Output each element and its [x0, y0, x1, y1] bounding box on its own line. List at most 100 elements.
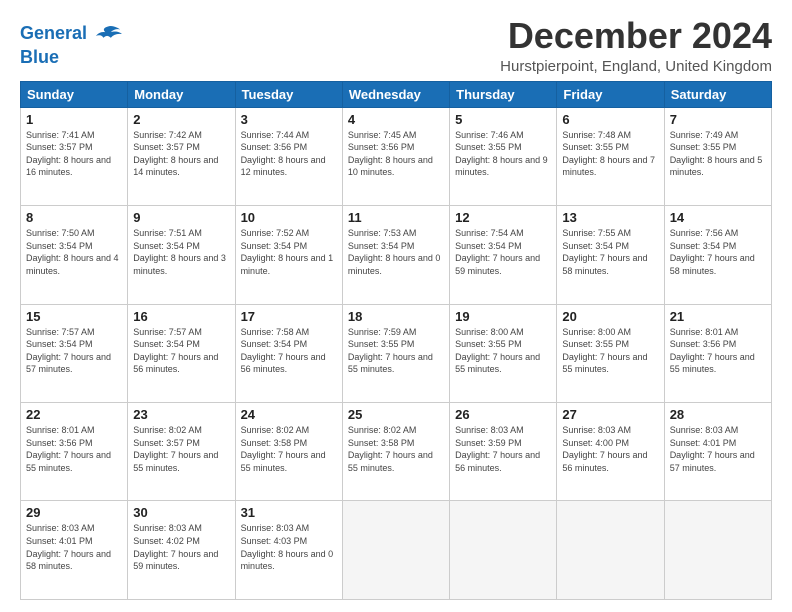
calendar-cell: 18 Sunrise: 7:59 AMSunset: 3:55 PMDayligh…	[342, 304, 449, 402]
calendar-header-wednesday: Wednesday	[342, 81, 449, 107]
calendar-cell	[342, 501, 449, 600]
day-number: 14	[670, 210, 766, 225]
day-info: Sunrise: 7:49 AMSunset: 3:55 PMDaylight:…	[670, 129, 766, 179]
header: General Blue December 2024 Hurstpierpoin…	[20, 16, 772, 75]
day-info: Sunrise: 8:02 AMSunset: 3:57 PMDaylight:…	[133, 424, 229, 474]
calendar-cell: 6Sunrise: 7:48 AMSunset: 3:55 PMDaylight…	[557, 107, 664, 205]
calendar-header-row: SundayMondayTuesdayWednesdayThursdayFrid…	[21, 81, 772, 107]
calendar-cell: 4 Sunrise: 7:45 AMSunset: 3:56 PMDaylight…	[342, 107, 449, 205]
calendar-cell: 25 Sunrise: 8:02 AMSunset: 3:58 PMDayligh…	[342, 403, 449, 501]
day-number: 9	[133, 210, 229, 225]
calendar-cell: 3 Sunrise: 7:44 AMSunset: 3:56 PMDaylight…	[235, 107, 342, 205]
day-number: 28	[670, 407, 766, 422]
calendar-week-row: 1 Sunrise: 7:41 AMSunset: 3:57 PMDaylight…	[21, 107, 772, 205]
calendar-cell	[450, 501, 557, 600]
day-info: Sunrise: 7:48 AMSunset: 3:55 PMDaylight:…	[562, 129, 658, 179]
day-info: Sunrise: 7:45 AMSunset: 3:56 PMDaylight:…	[348, 129, 444, 179]
day-info: Sunrise: 8:03 AMSunset: 4:01 PMDaylight:…	[26, 522, 122, 572]
logo: General Blue	[20, 20, 122, 68]
day-info: Sunrise: 8:03 AMSunset: 4:03 PMDaylight:…	[241, 522, 337, 572]
day-info: Sunrise: 7:58 AMSunset: 3:54 PMDaylight:…	[241, 326, 337, 376]
calendar-cell: 29Sunrise: 8:03 AMSunset: 4:01 PMDayligh…	[21, 501, 128, 600]
day-number: 10	[241, 210, 337, 225]
calendar-table: SundayMondayTuesdayWednesdayThursdayFrid…	[20, 81, 772, 600]
day-number: 27	[562, 407, 658, 422]
calendar-cell: 15 Sunrise: 7:57 AMSunset: 3:54 PMDayligh…	[21, 304, 128, 402]
calendar-cell: 28 Sunrise: 8:03 AMSunset: 4:01 PMDayligh…	[664, 403, 771, 501]
day-info: Sunrise: 7:50 AMSunset: 3:54 PMDaylight:…	[26, 227, 122, 277]
page: General Blue December 2024 Hurstpierpoin…	[0, 0, 792, 612]
day-number: 18	[348, 309, 444, 324]
day-number: 23	[133, 407, 229, 422]
day-info: Sunrise: 8:03 AMSunset: 4:01 PMDaylight:…	[670, 424, 766, 474]
calendar-cell: 9 Sunrise: 7:51 AMSunset: 3:54 PMDaylight…	[128, 206, 235, 304]
day-info: Sunrise: 7:41 AMSunset: 3:57 PMDaylight:…	[26, 129, 122, 179]
calendar-cell: 31Sunrise: 8:03 AMSunset: 4:03 PMDayligh…	[235, 501, 342, 600]
calendar-cell: 30Sunrise: 8:03 AMSunset: 4:02 PMDayligh…	[128, 501, 235, 600]
subtitle: Hurstpierpoint, England, United Kingdom	[500, 58, 772, 75]
calendar-cell: 1 Sunrise: 7:41 AMSunset: 3:57 PMDaylight…	[21, 107, 128, 205]
day-info: Sunrise: 8:00 AMSunset: 3:55 PMDaylight:…	[455, 326, 551, 376]
calendar-cell: 26Sunrise: 8:03 AMSunset: 3:59 PMDayligh…	[450, 403, 557, 501]
calendar-cell: 11Sunrise: 7:53 AMSunset: 3:54 PMDayligh…	[342, 206, 449, 304]
calendar-cell	[664, 501, 771, 600]
logo-text-blue: Blue	[20, 48, 122, 68]
calendar-cell: 13 Sunrise: 7:55 AMSunset: 3:54 PMDayligh…	[557, 206, 664, 304]
day-number: 25	[348, 407, 444, 422]
day-info: Sunrise: 7:53 AMSunset: 3:54 PMDaylight:…	[348, 227, 444, 277]
day-number: 4	[348, 112, 444, 127]
calendar-cell: 27 Sunrise: 8:03 AMSunset: 4:00 PMDayligh…	[557, 403, 664, 501]
logo-text-general: General	[20, 23, 87, 43]
calendar-cell: 5Sunrise: 7:46 AMSunset: 3:55 PMDaylight…	[450, 107, 557, 205]
calendar-cell: 17 Sunrise: 7:58 AMSunset: 3:54 PMDayligh…	[235, 304, 342, 402]
day-number: 12	[455, 210, 551, 225]
day-number: 20	[562, 309, 658, 324]
logo-bird-icon	[94, 20, 122, 48]
day-number: 21	[670, 309, 766, 324]
calendar-header-saturday: Saturday	[664, 81, 771, 107]
calendar-cell: 7Sunrise: 7:49 AMSunset: 3:55 PMDaylight…	[664, 107, 771, 205]
day-number: 1	[26, 112, 122, 127]
calendar-cell: 14 Sunrise: 7:56 AMSunset: 3:54 PMDayligh…	[664, 206, 771, 304]
day-info: Sunrise: 7:42 AMSunset: 3:57 PMDaylight:…	[133, 129, 229, 179]
day-info: Sunrise: 7:46 AMSunset: 3:55 PMDaylight:…	[455, 129, 551, 179]
calendar-cell: 16Sunrise: 7:57 AMSunset: 3:54 PMDayligh…	[128, 304, 235, 402]
calendar-cell: 8 Sunrise: 7:50 AMSunset: 3:54 PMDaylight…	[21, 206, 128, 304]
day-number: 13	[562, 210, 658, 225]
calendar-cell: 24Sunrise: 8:02 AMSunset: 3:58 PMDayligh…	[235, 403, 342, 501]
day-number: 15	[26, 309, 122, 324]
calendar-week-row: 22 Sunrise: 8:01 AMSunset: 3:56 PMDayligh…	[21, 403, 772, 501]
day-info: Sunrise: 7:56 AMSunset: 3:54 PMDaylight:…	[670, 227, 766, 277]
calendar-cell: 12 Sunrise: 7:54 AMSunset: 3:54 PMDayligh…	[450, 206, 557, 304]
calendar-cell: 22 Sunrise: 8:01 AMSunset: 3:56 PMDayligh…	[21, 403, 128, 501]
calendar-week-row: 29Sunrise: 8:03 AMSunset: 4:01 PMDayligh…	[21, 501, 772, 600]
day-info: Sunrise: 7:59 AMSunset: 3:55 PMDaylight:…	[348, 326, 444, 376]
day-info: Sunrise: 8:00 AMSunset: 3:55 PMDaylight:…	[562, 326, 658, 376]
day-info: Sunrise: 7:44 AMSunset: 3:56 PMDaylight:…	[241, 129, 337, 179]
day-info: Sunrise: 8:02 AMSunset: 3:58 PMDaylight:…	[348, 424, 444, 474]
day-info: Sunrise: 8:03 AMSunset: 4:00 PMDaylight:…	[562, 424, 658, 474]
day-number: 24	[241, 407, 337, 422]
day-number: 16	[133, 309, 229, 324]
day-number: 3	[241, 112, 337, 127]
day-info: Sunrise: 7:55 AMSunset: 3:54 PMDaylight:…	[562, 227, 658, 277]
day-number: 17	[241, 309, 337, 324]
day-number: 8	[26, 210, 122, 225]
calendar-cell: 10Sunrise: 7:52 AMSunset: 3:54 PMDayligh…	[235, 206, 342, 304]
day-info: Sunrise: 7:51 AMSunset: 3:54 PMDaylight:…	[133, 227, 229, 277]
day-info: Sunrise: 8:03 AMSunset: 3:59 PMDaylight:…	[455, 424, 551, 474]
day-info: Sunrise: 7:57 AMSunset: 3:54 PMDaylight:…	[26, 326, 122, 376]
day-number: 22	[26, 407, 122, 422]
day-number: 2	[133, 112, 229, 127]
calendar-header-tuesday: Tuesday	[235, 81, 342, 107]
calendar-cell: 20 Sunrise: 8:00 AMSunset: 3:55 PMDayligh…	[557, 304, 664, 402]
day-info: Sunrise: 8:03 AMSunset: 4:02 PMDaylight:…	[133, 522, 229, 572]
day-info: Sunrise: 8:01 AMSunset: 3:56 PMDaylight:…	[670, 326, 766, 376]
day-number: 19	[455, 309, 551, 324]
day-info: Sunrise: 8:01 AMSunset: 3:56 PMDaylight:…	[26, 424, 122, 474]
calendar-week-row: 15 Sunrise: 7:57 AMSunset: 3:54 PMDayligh…	[21, 304, 772, 402]
title-section: December 2024 Hurstpierpoint, England, U…	[500, 16, 772, 75]
calendar-header-monday: Monday	[128, 81, 235, 107]
day-info: Sunrise: 7:54 AMSunset: 3:54 PMDaylight:…	[455, 227, 551, 277]
calendar-week-row: 8 Sunrise: 7:50 AMSunset: 3:54 PMDaylight…	[21, 206, 772, 304]
